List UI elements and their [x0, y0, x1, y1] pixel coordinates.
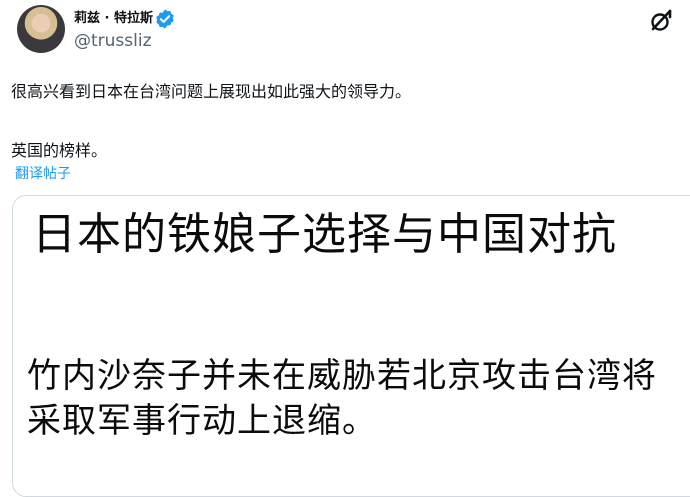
card-subheadline: 竹内沙奈子并未在威胁若北京攻击台湾将采取军事行动上退缩。 — [27, 356, 657, 441]
tweet-text-line2: 英国的榜样。 — [11, 141, 108, 160]
avatar[interactable] — [17, 5, 65, 53]
display-name[interactable]: 莉兹 · 特拉斯 — [74, 7, 153, 26]
verified-badge-icon — [156, 9, 174, 29]
handle[interactable]: @trussliz — [74, 31, 152, 51]
tweet-text-line1: 很高兴看到日本在台湾问题上展现出如此强大的领导力。 — [11, 82, 412, 101]
grok-icon[interactable] — [648, 8, 674, 34]
translate-post-link[interactable]: 翻译帖子 — [15, 163, 71, 183]
card-headline: 日本的铁娘子选择与中国对抗 — [32, 209, 617, 260]
